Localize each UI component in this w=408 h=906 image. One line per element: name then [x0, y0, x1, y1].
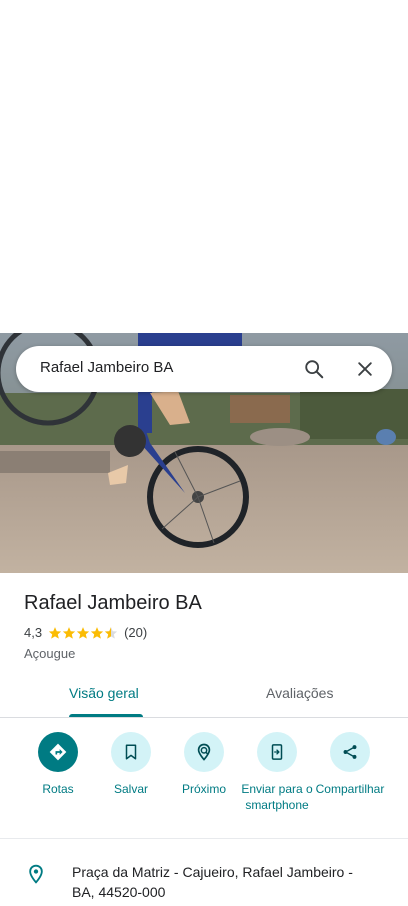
rating-row[interactable]: 4,3 (20): [24, 625, 147, 640]
divider: [0, 838, 408, 839]
rating-value: 4,3: [24, 625, 43, 640]
search-icon[interactable]: [302, 357, 326, 381]
directions-button[interactable]: Rotas: [20, 732, 96, 797]
action-buttons: Rotas Salvar Próximo Enviar para o smart…: [0, 732, 408, 838]
place-title: Rafael Jambeiro BA: [24, 592, 202, 614]
star-icon: [90, 626, 104, 639]
place-details-page: Rafael Jambeiro BA Rafael Jambeiro BA 4,…: [0, 0, 408, 906]
star-icon: [48, 626, 62, 639]
location-pin-icon: [26, 863, 46, 890]
save-button[interactable]: Salvar: [93, 732, 169, 797]
share-button[interactable]: Compartilhar: [312, 732, 388, 797]
send-to-phone-label: Enviar para o smartphone: [241, 782, 313, 812]
nearby-label: Próximo: [181, 782, 226, 796]
nearby-button[interactable]: Próximo: [166, 732, 242, 797]
send-to-phone-button[interactable]: Enviar para o smartphone: [239, 732, 315, 813]
address-text: Praça da Matriz - Cajueiro, Rafael Jambe…: [72, 864, 353, 900]
search-input[interactable]: Rafael Jambeiro BA: [40, 359, 173, 376]
directions-label: Rotas: [42, 782, 74, 796]
half-star-icon: [104, 626, 118, 639]
map-area[interactable]: [0, 0, 408, 333]
close-icon[interactable]: [353, 357, 377, 381]
tab-indicator: [69, 714, 143, 717]
share-label: Compartilhar: [315, 782, 385, 796]
review-count[interactable]: (20): [124, 625, 147, 640]
tab-overview[interactable]: Visão geral: [69, 685, 139, 701]
save-label: Salvar: [113, 782, 148, 796]
search-bar[interactable]: Rafael Jambeiro BA: [16, 346, 392, 392]
share-icon: [330, 732, 370, 772]
nearby-icon: [184, 732, 224, 772]
send-to-phone-icon: [257, 732, 297, 772]
star-icon: [62, 626, 76, 639]
star-icon: [76, 626, 90, 639]
tab-bar: Visão geral Avaliações: [0, 677, 408, 718]
place-category: Açougue: [24, 646, 76, 661]
tab-reviews[interactable]: Avaliações: [266, 685, 333, 701]
directions-icon: [38, 732, 78, 772]
bookmark-icon: [111, 732, 151, 772]
rating-stars: [48, 626, 118, 640]
